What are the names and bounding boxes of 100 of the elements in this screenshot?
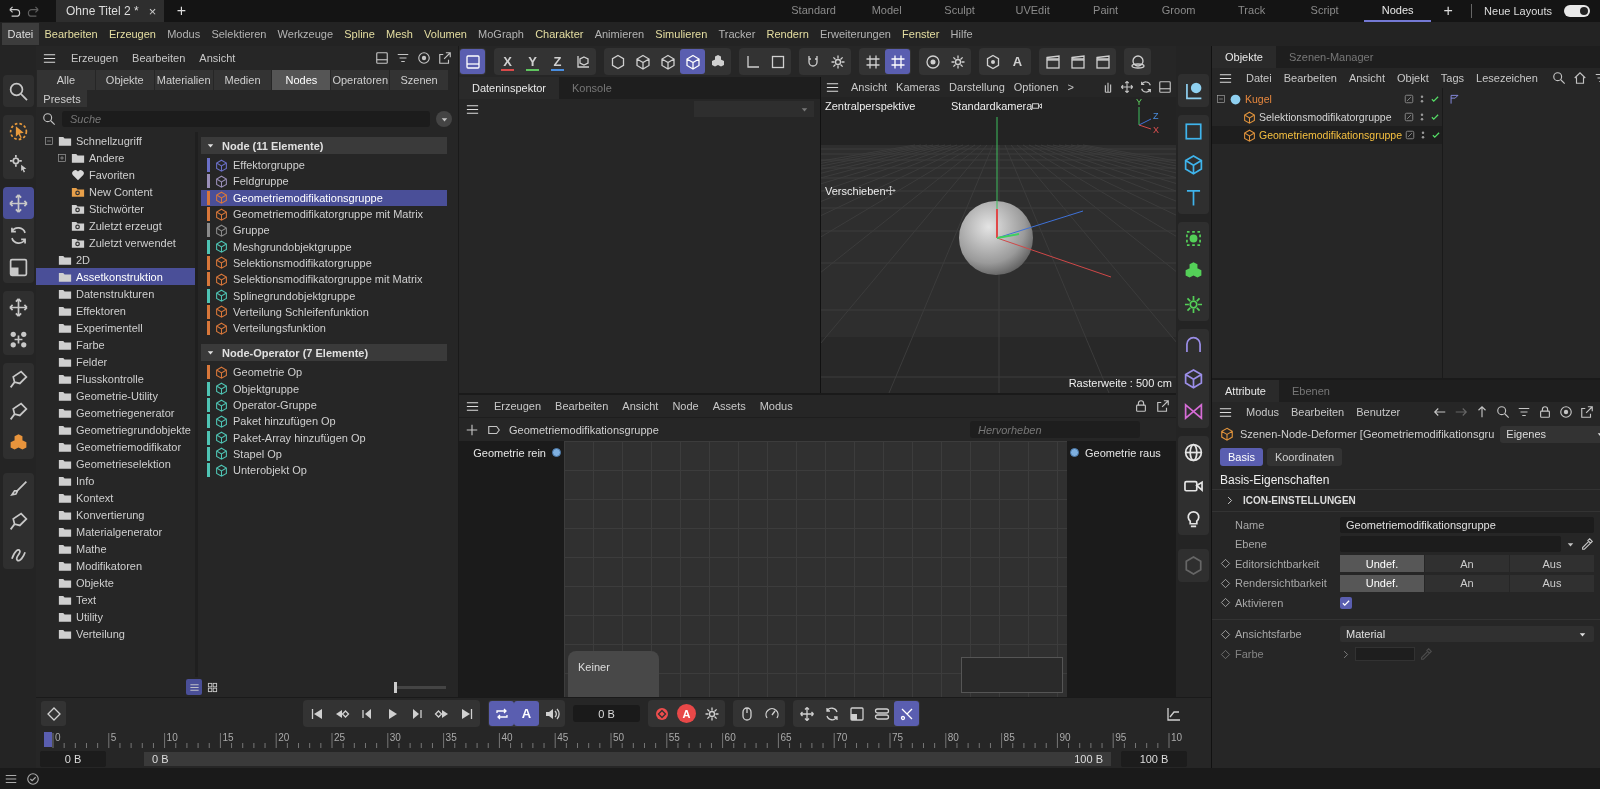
menu-item[interactable]: Tracker [712,23,761,45]
toolbar-button[interactable]: Z [545,49,570,74]
add-layout-button[interactable]: + [1437,2,1460,20]
layout-tab[interactable]: Track [1218,0,1286,22]
tree-item[interactable]: Experimentell [36,319,195,336]
asset-item[interactable]: Geometriemodifikationsgruppe [201,189,447,206]
asset-item[interactable]: Geometriemodifikatorgruppe mit Matrix [201,205,447,223]
close-tab-button[interactable]: × [148,3,157,19]
menu-item[interactable]: > [1063,77,1078,97]
asset-item[interactable]: Effektorgruppe [201,157,447,174]
highlight-field[interactable]: Hervorheben [970,421,1140,438]
menu-item[interactable]: Kameras [892,77,945,97]
asset-item[interactable]: Stapel Op [201,445,447,463]
tree-item[interactable]: Zuletzt verwendet [36,234,195,251]
tree-item[interactable]: Text [36,591,195,608]
asset-item[interactable]: Operator-Gruppe [201,396,447,414]
toolbar-button[interactable]: X [495,49,520,74]
menu-item[interactable]: Bearbeiten [126,48,192,68]
menu-item[interactable]: Bearbeiten [549,396,615,416]
menu-item[interactable]: Lesezeichen [1471,68,1543,88]
toolbar-button[interactable]: Y [520,49,545,74]
group-header[interactable]: Node-Operator (7 Elemente) [201,344,447,362]
toolbar-button[interactable]: A [514,701,539,726]
asset-item[interactable]: Paket hinzufügen Op [201,413,447,430]
tree-item[interactable]: New Content [36,183,195,200]
menu-item[interactable]: Animieren [589,23,650,45]
asset-item[interactable]: Verteilung Schleifenfunktion [201,303,447,320]
segment-button[interactable]: Undef. [1340,574,1424,592]
tree-item[interactable]: Effektoren [36,302,195,319]
tree-item[interactable]: Kontext [36,489,195,506]
menu-item[interactable]: Rendern [760,23,815,45]
toolbar-button[interactable]: A [677,704,696,723]
tree-item[interactable]: Info [36,472,195,489]
tree-item[interactable]: Geometriegenerator [36,404,195,421]
segment-button[interactable]: An [1425,555,1509,573]
attribute-subtab[interactable]: Basis [1220,448,1263,466]
tree-item[interactable]: Farbe [36,336,195,353]
section-header[interactable]: ICON-EINSTELLUNGEN [1212,490,1600,512]
tree-item[interactable]: Utility [36,608,195,625]
menu-item[interactable]: Charakter [529,23,590,45]
filter-tab[interactable]: Nodes [272,70,331,90]
asset-item[interactable]: Selektionsmodifikatorgruppe [201,254,447,272]
group-header[interactable]: Node (11 Elemente) [201,137,447,154]
menu-item[interactable]: Hilfe [944,23,979,45]
menu-item[interactable]: Datei [2,23,39,45]
tree-item[interactable]: Stichwörter [36,200,195,217]
menu-item[interactable]: Objekt [1392,68,1434,88]
menu-item[interactable]: Bearbeiten [1278,68,1342,88]
menu-item[interactable]: MoGraph [472,23,530,45]
menu-item[interactable]: Datei [1241,68,1277,88]
mode-dropdown[interactable]: Eigenes [1500,425,1600,443]
asset-item[interactable]: Geometrie Op [201,364,447,381]
filter-tab[interactable]: Presets [37,90,87,107]
breadcrumb-path[interactable]: Geometriemodifikationsgruppe [509,423,659,436]
menu-item[interactable]: Darstellung [945,77,1009,97]
menu-item[interactable]: Modus [161,23,206,45]
layout-tab[interactable]: Paint [1072,0,1140,22]
dropdown[interactable]: Material [1340,626,1594,642]
tree-item[interactable]: Datenstrukturen [36,285,195,302]
panel-tab[interactable]: Objekte [1212,46,1276,68]
menu-item[interactable]: Selektieren [205,23,272,45]
layout-tab[interactable]: Model [853,0,921,22]
asset-item[interactable]: Unterobjekt Op [201,462,447,479]
tree-item[interactable]: Felder [36,353,195,370]
object-row[interactable]: Geometriemodifikationsgruppe [1212,126,1442,144]
asset-item[interactable]: Gruppe [201,222,447,239]
menu-item[interactable]: Benutzer [1351,402,1406,422]
menu-item[interactable]: Ansicht [1343,68,1390,88]
attribute-subtab[interactable]: Koordinaten [1266,448,1343,466]
panel-tab[interactable]: Ebenen [1278,380,1343,402]
tree-item[interactable]: Schnellzugriff [36,132,195,149]
menu-item[interactable]: Erzeugen [103,23,162,45]
object-row[interactable]: Selektionsmodifikatorgruppe [1212,108,1442,126]
menu-item[interactable]: Tags [1435,68,1470,88]
segment-button[interactable]: Undef. [1340,555,1424,573]
layout-tab[interactable]: UVEdit [999,0,1067,22]
panel-tab[interactable]: Konsole [559,77,625,99]
asset-item[interactable]: Meshgrundobjektgruppe [201,238,447,255]
menu-item[interactable]: Node [666,396,705,416]
node-canvas[interactable]: Keiner [564,441,1067,697]
panel-tab[interactable]: Szenen-Manager [1275,46,1387,68]
new-tab-button[interactable]: + [170,2,193,20]
frame-field[interactable]: 0 B [573,705,640,722]
asset-item[interactable]: Feldgruppe [201,173,447,190]
document-tab[interactable]: Ohne Titel 2 * × [56,0,165,22]
filter-tab[interactable]: Szenen [390,70,448,90]
menu-item[interactable]: Ansicht [847,77,892,97]
tree-item[interactable]: Geometriegrundobjekte [36,421,195,438]
tree-item[interactable]: Flusskontrolle [36,370,195,387]
search-field[interactable]: Suche [62,111,430,127]
filter-tab[interactable]: Medien [213,70,272,90]
filter-tab[interactable]: Objekte [95,70,154,90]
segment-button[interactable]: Aus [1510,555,1594,573]
tree-item[interactable]: Mathe [36,540,195,557]
menu-item[interactable]: Modus [1241,402,1285,422]
menu-item[interactable]: Erzeugen [65,48,125,68]
menu-item[interactable]: Bearbeiten [1286,402,1350,422]
menu-item[interactable]: Erzeugen [488,396,548,416]
layout-tab[interactable]: Sculpt [926,0,994,22]
panel-tab[interactable]: Dateninspektor [459,77,559,99]
